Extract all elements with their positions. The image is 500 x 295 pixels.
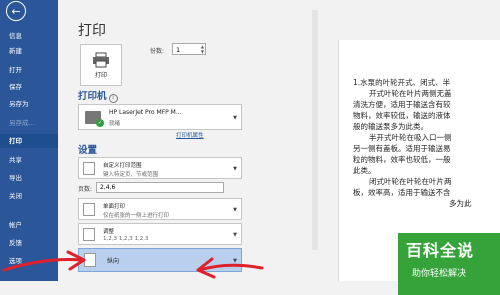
- nav-export[interactable]: 导出: [0, 171, 58, 185]
- one-sided-icon: [83, 203, 95, 216]
- printer-select[interactable]: ✓ HP LaserJet Pro MFP M... 就绪 ▼: [78, 104, 242, 130]
- preview-line: 1.水泵的叶轮开式、闭式、半: [353, 78, 451, 87]
- orientation-select[interactable]: 纵向 ▼: [78, 248, 242, 272]
- print-pane: 打印 打印 份数: 1 ▲ ▼ 打印机 i ✓ HP LaserJet Pro MF…: [58, 0, 500, 295]
- printer-properties-link[interactable]: 打印机属性: [176, 131, 204, 139]
- copies-value: 1: [176, 46, 181, 54]
- chevron-down-icon: ▼: [233, 258, 237, 264]
- preview-line: 半开式叶轮在吸入口一侧: [369, 133, 452, 142]
- page-title: 打印: [78, 23, 106, 39]
- collate-desc: 1,2,3 1,2,3 1,2,3: [103, 236, 149, 242]
- sides-select[interactable]: 单面打印 仅在纸张的一侧上进行打印 ▼: [78, 198, 242, 220]
- copies-label: 份数:: [150, 48, 165, 55]
- printer-heading: 打印机 i: [78, 88, 118, 103]
- chevron-down-icon: ▼: [233, 232, 237, 238]
- sides-desc: 仅在纸张的一侧上进行打印: [103, 213, 170, 219]
- ready-check-icon: ✓: [96, 119, 104, 127]
- preview-line: 清洗方便，适用于输送含有较: [353, 100, 451, 109]
- printer-icon: [93, 52, 109, 67]
- printer-name: HP LaserJet Pro MFP M...: [109, 109, 182, 116]
- nav-save-as[interactable]: 另存为: [0, 97, 58, 111]
- pages-input[interactable]: 2,4,6: [96, 182, 224, 193]
- chevron-down-icon: ▼: [233, 166, 237, 172]
- back-arrow-icon[interactable]: ←: [6, 1, 26, 21]
- printer-status: 就绪: [109, 121, 121, 127]
- nav-open[interactable]: 打开: [0, 63, 58, 77]
- print-preview-page: 1.水泵的叶轮开式、闭式、半 开式叶轮在叶片两侧无盖 清洗方便，适用于输送含有较…: [338, 40, 500, 295]
- preview-line: 开式叶轮在叶片两侧无盖: [369, 89, 452, 98]
- sides-title: 单面打印: [103, 204, 126, 210]
- collate-select[interactable]: 调整 1,2,3 1,2,3 1,2,3 ▼: [78, 223, 242, 245]
- printer-device-icon: ✓: [85, 111, 104, 127]
- settings-heading: 设置: [78, 145, 98, 156]
- preview-line: 闭式叶轮在叶轮在叶片两: [369, 177, 452, 186]
- backstage-sidebar: ← 信息 新建 打开 保存 另存为 另存成… 打印 共享 导出 关闭 帐户 反馈…: [0, 0, 58, 281]
- print-button[interactable]: 打印: [80, 44, 122, 86]
- nav-close[interactable]: 关闭: [0, 189, 58, 203]
- spin-arrows-icon[interactable]: ▲ ▼: [201, 44, 204, 54]
- page-range-icon: [83, 162, 95, 175]
- copies-stepper[interactable]: 1 ▲ ▼: [172, 43, 206, 55]
- preview-line: 此类。: [353, 166, 376, 175]
- preview-line: 般的输送泵多为此类。: [353, 122, 428, 131]
- preview-line: 另一侧有盖板。适用于输送易: [353, 144, 451, 153]
- print-button-label: 打印: [94, 71, 107, 79]
- preview-line: 粒的物料，效率也较低，一般: [353, 155, 451, 164]
- orientation-label: 纵向: [107, 258, 120, 265]
- pages-label: 页数:: [78, 186, 93, 193]
- collate-icon: [83, 228, 95, 241]
- nav-print[interactable]: 打印: [0, 134, 58, 148]
- portrait-icon: [84, 253, 96, 267]
- nav-feedback[interactable]: 反馈: [0, 236, 58, 250]
- chevron-down-icon: ▼: [233, 207, 237, 213]
- nav-info[interactable]: 信息: [0, 29, 58, 43]
- chevron-down-icon: ▼: [233, 115, 237, 121]
- collate-title: 调整: [103, 229, 115, 235]
- settings-scrollbar[interactable]: [312, 10, 318, 250]
- print-range-select[interactable]: 自定义打印范围 键入特定页、节或范围 ▼: [78, 157, 242, 179]
- nav-account[interactable]: 帐户: [0, 218, 58, 232]
- nav-share[interactable]: 共享: [0, 153, 58, 167]
- print-range-desc: 键入特定页、节或范围: [103, 172, 159, 178]
- info-icon[interactable]: i: [108, 94, 118, 103]
- nav-new[interactable]: 新建: [0, 44, 58, 58]
- print-range-title: 自定义打印范围: [103, 163, 142, 169]
- watermark-subtitle: 助你轻松解决: [412, 269, 467, 279]
- preview-line: 物料，效率较低，输送的液体: [353, 111, 451, 120]
- nav-options[interactable]: 选项: [0, 254, 58, 268]
- watermark-logo: 百科全说 助你轻松解决: [398, 233, 500, 295]
- preview-line: 多为此: [449, 199, 472, 208]
- watermark-title: 百科全说: [406, 241, 475, 260]
- preview-line: 板，效率高，适用于输送不含: [353, 188, 451, 197]
- nav-save[interactable]: 保存: [0, 80, 58, 94]
- nav-save-adobe[interactable]: 另存成…: [0, 116, 58, 130]
